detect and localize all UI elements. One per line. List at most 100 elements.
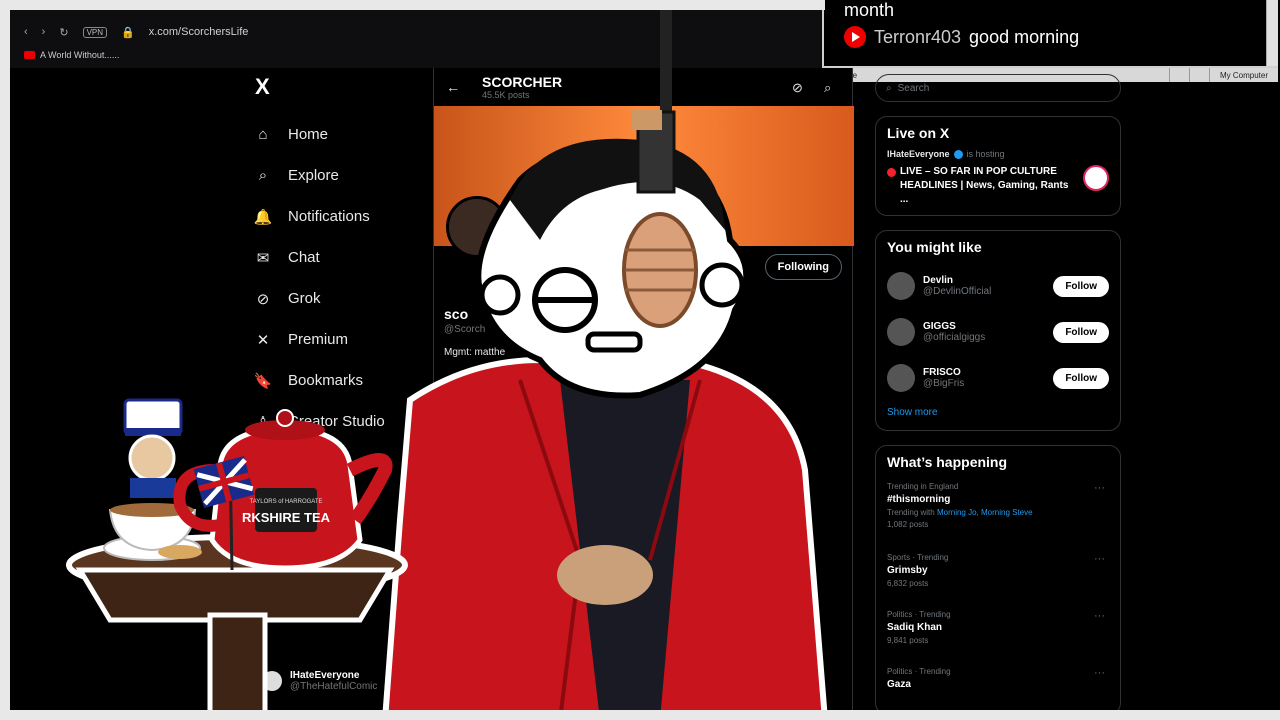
account-switcher[interactable]: IHateEveryone @TheHatefulComic ··· [262,670,415,692]
youtube-icon [844,26,866,48]
suggested-user[interactable]: FRISCO @BigFris Follow [887,355,1109,401]
trend-with-links[interactable]: Morning Jo, Morning Steve [937,508,1033,517]
more-icon[interactable]: ··· [403,674,415,688]
live-stream-title: LIVE – SO FAR IN POP CULTURE HEADLINES |… [900,166,1069,205]
nav-item-label: Creator Studio [288,413,385,430]
nav-item-home[interactable]: ⌂ Home [250,114,430,155]
suggested-user[interactable]: GIGGS @officialgiggs Follow [887,309,1109,355]
address-bar[interactable]: x.com/ScorchersLife [149,26,249,38]
nav-item-label: Chat [288,249,320,266]
suggested-user-name: Devlin [923,275,954,286]
nav-item-bell[interactable]: 🔔 Notifications [250,196,430,237]
window-frame [0,0,825,10]
whats-happening-card: What’s happening Trending in England #thi… [875,445,1121,715]
live-hosting-label: is hosting [966,149,1005,159]
trend-with: Trending with Morning Jo, Morning Steve [887,508,1109,517]
whats-happening-title: What’s happening [887,454,1008,470]
profile-avatar[interactable] [446,196,508,258]
trend-with-prefix: Trending with [887,508,935,517]
home-icon: ⌂ [258,126,268,143]
chat-previous-line: month [844,0,895,20]
nav-item-envelope[interactable]: ✉ Chat [250,237,430,278]
verified-icon [953,149,963,159]
follow-button[interactable]: Follow [1053,321,1109,343]
account-handle: @TheHatefulComic [290,681,378,692]
show-more-link[interactable]: Show more [887,407,1109,418]
forward-icon[interactable]: › [42,26,46,38]
nav-item-label: munities [288,454,344,471]
status-zone: My Computer [1208,68,1278,82]
more-icon[interactable]: ··· [1094,482,1105,494]
nav-item-search[interactable]: ⌕ Explore [250,155,430,196]
profile-column: ← SCORCHER 45.5K posts ⊘ ⌕ Following sco… [433,68,854,710]
you-might-like-card: You might like Devlin @DevlinOfficial Foll… [875,230,1121,431]
following-button[interactable]: Following [764,254,842,280]
youtube-icon [24,51,35,59]
nav-item-grok[interactable]: ⊘ Grok [250,278,430,319]
live-dot-icon [887,168,896,177]
profile-display-name: sco [444,306,469,322]
scrollbar[interactable] [1266,0,1278,66]
teacup [108,509,197,552]
search-input[interactable]: ⌕ Search [875,74,1121,102]
nav-item-label: Grok [288,290,321,307]
nav-item-x[interactable]: ✕ Premium [250,319,430,360]
nav-item-creator[interactable]: ♙ Creator Studio [250,401,430,442]
search-icon: ⌕ [258,167,268,184]
window-frame [0,710,1280,720]
bell-icon: 🔔 [253,208,273,226]
follow-button[interactable]: Follow [1053,275,1109,297]
nav-item-communities[interactable]: munities [250,442,430,483]
trend-item[interactable]: Politics · Trending Gaza ··· [887,667,1109,714]
screen: ‹ › ↻ VPN 🔒 x.com/ScorchersLife A World … [0,0,1280,720]
trend-item[interactable]: Politics · Trending Sadiq Khan 9,841 posts… [887,610,1109,667]
live-host[interactable]: IHateEveryone is hosting [887,149,1109,159]
nav-item-bookmark[interactable]: 🔖 Bookmarks [250,360,430,401]
x-logo[interactable]: X [255,74,430,100]
trend-context: Trending in England [887,482,959,491]
suggested-user-name: GIGGS [923,321,956,332]
window-frame [0,0,10,720]
nav-item-label: Bookmarks [288,372,364,389]
grok-icon[interactable]: ⊘ [792,80,803,96]
envelope-icon: ✉ [256,249,270,267]
profile-posts-count: 45.5K posts [482,90,530,100]
trend-item[interactable]: Trending in England #thismorning Trending … [887,482,1109,553]
bookmark-item[interactable]: A World Without...... [24,50,119,60]
vpn-badge[interactable]: VPN [82,26,108,38]
avatar [262,671,282,691]
live-host-name: IHateEveryone [887,149,950,159]
chat-message: Terronr403 good morning [844,26,1079,48]
teapot-brand-text: RKSHIRE TEA [242,510,331,525]
communities-icon [254,454,272,472]
follow-button[interactable]: Follow [1053,367,1109,389]
profile-header: ← SCORCHER 45.5K posts [434,68,852,106]
back-arrow-icon[interactable]: ← [446,79,460,95]
x-sidebar-nav: X ⌂ Home ⌕ Explore 🔔 Notifications ✉ Chat ⊘ Grok ✕… [250,74,430,483]
trend-count: 6,832 posts [887,579,929,588]
trend-count: 9,841 posts [887,636,929,645]
more-icon[interactable]: ··· [1094,667,1105,679]
trend-topic: #thismorning [887,494,951,505]
live-avatar [1083,165,1109,191]
suggested-user[interactable]: Devlin @DevlinOfficial Follow [887,263,1109,309]
side-table [66,534,408,596]
trend-item[interactable]: Sports · Trending Grimsby 6,832 posts ··· [887,553,1109,610]
back-icon[interactable]: ‹ [24,26,28,38]
lock-icon: 🔒 [121,26,135,39]
x-icon: ✕ [256,331,270,349]
account-name: IHateEveryone [290,670,360,681]
more-icon[interactable]: ··· [1094,553,1105,565]
profile-bio: Mgmt: matthe [444,347,506,358]
nav-item-label: Explore [288,167,339,184]
live-stream-link[interactable]: LIVE – SO FAR IN POP CULTURE HEADLINES |… [887,165,1109,207]
search-icon: ⌕ [886,82,892,94]
trend-topic: Sadiq Khan [887,622,943,633]
live-card: Live on X IHateEveryone is hosting LIVE … [875,116,1121,216]
search-icon[interactable]: ⌕ [824,80,831,96]
trend-count: 1,082 posts [887,520,929,529]
reload-icon[interactable]: ↻ [59,26,68,39]
search-placeholder: Search [897,82,930,94]
right-sidebar: ⌕ Search Live on X IHateEveryone is host… [875,74,1121,715]
more-icon[interactable]: ··· [1094,610,1105,622]
